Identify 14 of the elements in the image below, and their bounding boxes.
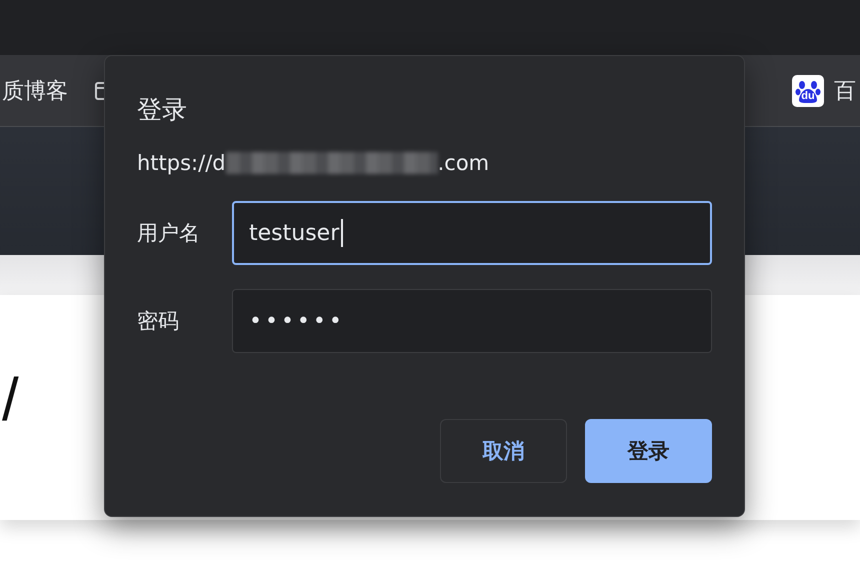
cancel-button[interactable]: 取消: [440, 419, 567, 483]
dialog-title: 登录: [137, 94, 187, 126]
username-field[interactable]: testuser: [232, 201, 712, 265]
password-field[interactable]: ••••••: [232, 289, 712, 353]
bookmark-label[interactable]: 百: [834, 76, 856, 106]
origin-url-end: .com: [438, 150, 490, 177]
baidu-logo-icon[interactable]: du: [792, 74, 824, 106]
origin-url-start: https://d: [137, 150, 226, 177]
folder-icon[interactable]: [94, 80, 105, 102]
field-label: 密码: [137, 308, 180, 335]
page-text: /: [2, 365, 19, 434]
login-button[interactable]: 登录: [585, 419, 712, 483]
field-label: 用户名: [137, 220, 201, 247]
bookmark-label[interactable]: 质博客: [2, 76, 68, 106]
